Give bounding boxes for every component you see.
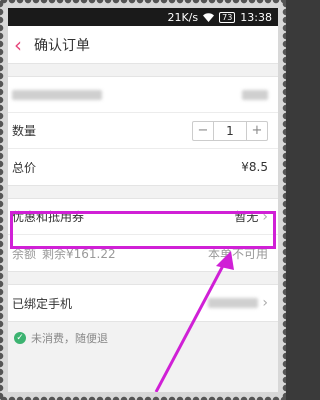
chevron-left-icon[interactable]: ‹ (14, 35, 30, 55)
status-bar: 21K/s 73 13:38 (8, 8, 278, 26)
blurred-product-price (242, 89, 268, 100)
frame-edge-top (0, 0, 286, 8)
discount-card: 优惠和抵用券 暂无 › 余额 剩余¥161.22 本单不可用 (8, 198, 278, 272)
order-card: 数量 − 1 + 总价 ¥8.5 (8, 76, 278, 186)
check-icon: ✓ (14, 332, 26, 344)
blurred-phone-number (208, 298, 259, 308)
blurred-product-name (12, 89, 102, 100)
chevron-right-icon: › (262, 208, 268, 225)
quantity-stepper: − 1 + (192, 120, 268, 141)
coupon-row[interactable]: 优惠和抵用券 暂无 › (8, 199, 278, 235)
balance-row: 余额 剩余¥161.22 本单不可用 (8, 235, 278, 271)
refund-note-text: 未消费，随便退 (31, 332, 108, 345)
balance-label: 余额 (12, 246, 37, 261)
coupon-value: 暂无 (234, 210, 259, 224)
balance-status: 本单不可用 (207, 246, 268, 261)
phone-screen: 21K/s 73 13:38 ‹ 确认订单 数量 − 1 + 总价 ¥8.5 优… (8, 8, 278, 392)
page-title: 确认订单 (34, 37, 90, 54)
quantity-value[interactable]: 1 (213, 121, 247, 140)
blurred-product-info (12, 89, 268, 100)
product-row (8, 77, 278, 113)
bound-phone-label: 已绑定手机 (12, 296, 73, 311)
quantity-row: 数量 − 1 + (8, 113, 278, 149)
bound-phone-row[interactable]: 已绑定手机 › (8, 285, 278, 321)
quantity-label: 数量 (12, 124, 37, 138)
frame-edge-bottom (0, 392, 286, 400)
balance-remaining: 剩余¥161.22 (42, 246, 116, 261)
clock: 13:38 (240, 10, 272, 24)
coupon-label: 优惠和抵用券 (12, 210, 85, 224)
decrement-button[interactable]: − (193, 122, 213, 140)
refund-note: ✓ 未消费，随便退 (8, 322, 278, 354)
chevron-right-icon: › (262, 295, 268, 311)
title-bar: ‹ 确认订单 (8, 26, 278, 64)
stamp-frame: 21K/s 73 13:38 ‹ 确认订单 数量 − 1 + 总价 ¥8.5 优… (0, 0, 286, 400)
network-speed: 21K/s (167, 10, 199, 24)
phone-card: 已绑定手机 › (8, 284, 278, 322)
increment-button[interactable]: + (247, 122, 267, 140)
total-row: 总价 ¥8.5 (8, 149, 278, 185)
wifi-icon (203, 12, 215, 22)
total-label: 总价 (12, 160, 37, 175)
battery-icon: 73 (219, 11, 236, 23)
total-value: ¥8.5 (241, 160, 268, 174)
